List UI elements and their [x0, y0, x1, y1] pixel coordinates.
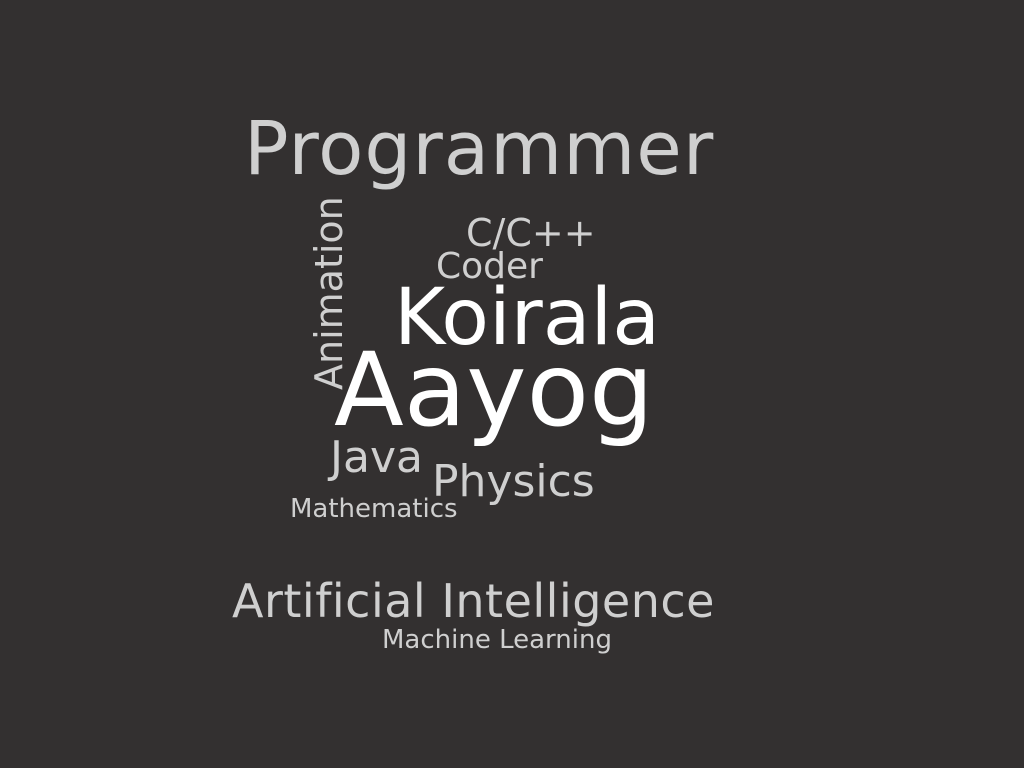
word-aayog: Aayog — [334, 331, 654, 450]
word-cloud-canvas: Programmer C/C++ Coder Animation Koirala… — [0, 0, 1024, 768]
word-programmer: Programmer — [244, 106, 715, 192]
word-artificial-intelligence: Artificial Intelligence — [232, 574, 715, 628]
word-machine-learning: Machine Learning — [382, 625, 612, 655]
word-mathematics: Mathematics — [290, 494, 458, 524]
word-java: Java — [330, 432, 423, 483]
